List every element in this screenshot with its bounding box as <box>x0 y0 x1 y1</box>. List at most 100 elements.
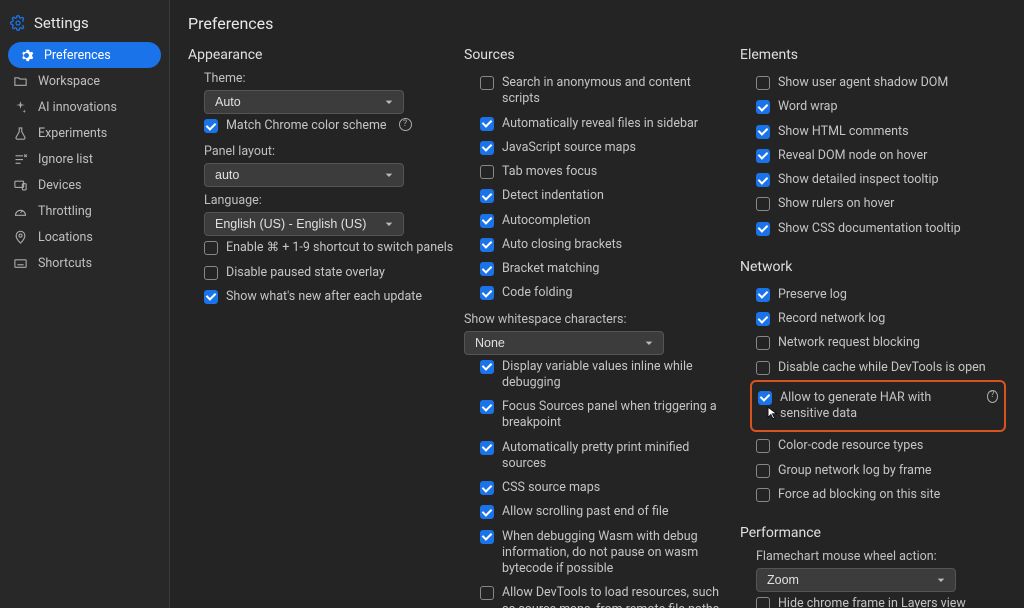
checkbox-icon[interactable] <box>480 141 494 155</box>
checkbox-icon[interactable] <box>204 266 218 280</box>
check-whats-new[interactable]: Show what's new after each update <box>188 285 454 309</box>
whitespace-label: Show whitespace characters: <box>464 312 730 327</box>
checkbox-icon[interactable] <box>756 312 770 326</box>
sources-item-6[interactable]: Auto closing brackets <box>464 233 730 257</box>
sources-item-2[interactable]: JavaScript source maps <box>464 136 730 160</box>
checkbox-icon[interactable] <box>204 119 218 133</box>
network-item-1[interactable]: Record network log <box>740 307 1006 331</box>
checkbox-icon[interactable] <box>480 530 494 544</box>
sources-item2-1[interactable]: Focus Sources panel when triggering a br… <box>464 395 730 436</box>
check-shortcut-switch[interactable]: Enable ⌘ + 1-9 shortcut to switch panels <box>188 236 454 260</box>
sources-item2-2[interactable]: Automatically pretty print minified sour… <box>464 436 730 477</box>
sources-item-7[interactable]: Bracket matching <box>464 257 730 281</box>
devices-icon <box>12 177 28 193</box>
elements-item-5[interactable]: Show rulers on hover <box>740 192 1006 216</box>
network-item2-2[interactable]: Force ad blocking on this site <box>740 483 1006 507</box>
spark-icon <box>12 99 28 115</box>
checkbox-icon[interactable] <box>756 439 770 453</box>
checkbox-icon[interactable] <box>758 391 772 405</box>
checkbox-icon[interactable] <box>756 464 770 478</box>
checkbox-icon[interactable] <box>756 173 770 187</box>
elements-item-0[interactable]: Show user agent shadow DOM <box>740 71 1006 95</box>
elements-item-3[interactable]: Reveal DOM node on hover <box>740 144 1006 168</box>
check-match-chrome[interactable]: Match Chrome color scheme ? <box>188 114 454 138</box>
check-har-sensitive[interactable]: Allow to generate HAR with sensitive dat… <box>752 386 998 427</box>
sources-item-1[interactable]: Automatically reveal files in sidebar <box>464 112 730 136</box>
nav-workspace[interactable]: Workspace <box>0 68 169 94</box>
sources-item-4[interactable]: Detect indentation <box>464 184 730 208</box>
panel-layout-label: Panel layout: <box>204 144 454 159</box>
flamechart-select[interactable]: Zoom <box>756 568 956 592</box>
nav-locations[interactable]: Locations <box>0 224 169 250</box>
language-label: Language: <box>204 193 454 208</box>
help-icon[interactable]: ? <box>399 118 412 131</box>
network-item2-1[interactable]: Group network log by frame <box>740 459 1006 483</box>
sources-item-3[interactable]: Tab moves focus <box>464 160 730 184</box>
checkbox-icon[interactable] <box>480 262 494 276</box>
whitespace-select[interactable]: None <box>464 331 664 355</box>
checkbox-icon[interactable] <box>756 76 770 90</box>
check-hide-chrome-frame[interactable]: Hide chrome frame in Layers view <box>740 592 1006 608</box>
checkbox-icon[interactable] <box>480 586 494 600</box>
theme-select[interactable]: Auto <box>204 90 404 114</box>
sources-item2-0[interactable]: Display variable values inline while deb… <box>464 355 730 396</box>
nav-experiments[interactable]: Experiments <box>0 120 169 146</box>
checkbox-icon[interactable] <box>480 481 494 495</box>
elements-item-6[interactable]: Show CSS documentation tooltip <box>740 217 1006 241</box>
checkbox-icon[interactable] <box>204 241 218 255</box>
nav-throttling[interactable]: Throttling <box>0 198 169 224</box>
checkbox-icon[interactable] <box>756 149 770 163</box>
checkbox-icon[interactable] <box>756 288 770 302</box>
panel-layout-select[interactable]: auto <box>204 163 404 187</box>
checkbox-icon[interactable] <box>756 597 770 608</box>
nav-devices[interactable]: Devices <box>0 172 169 198</box>
nav-ai-innovations[interactable]: AI innovations <box>0 94 169 120</box>
checkbox-icon[interactable] <box>480 286 494 300</box>
throttle-icon <box>12 203 28 219</box>
nav-shortcuts[interactable]: Shortcuts <box>0 250 169 276</box>
sources-item2-5[interactable]: When debugging Wasm with debug informati… <box>464 525 730 582</box>
checkbox-icon[interactable] <box>756 100 770 114</box>
checkbox-icon[interactable] <box>480 441 494 455</box>
checkbox-icon[interactable] <box>756 361 770 375</box>
elements-item-1[interactable]: Word wrap <box>740 95 1006 119</box>
network-item-0[interactable]: Preserve log <box>740 283 1006 307</box>
checkbox-icon[interactable] <box>480 505 494 519</box>
settings-title: Settings <box>34 14 89 32</box>
elements-item-4[interactable]: Show detailed inspect tooltip <box>740 168 1006 192</box>
checkbox-icon[interactable] <box>480 400 494 414</box>
sources-item2-3[interactable]: CSS source maps <box>464 476 730 500</box>
network-item2-0[interactable]: Color-code resource types <box>740 434 1006 458</box>
checkbox-icon[interactable] <box>204 290 218 304</box>
checkbox-icon[interactable] <box>480 238 494 252</box>
nav-ignore-list[interactable]: Ignore list <box>0 146 169 172</box>
settings-gear-icon <box>10 15 26 31</box>
section-appearance: Appearance <box>188 47 454 63</box>
checkbox-icon[interactable] <box>480 214 494 228</box>
nav-preferences[interactable]: Preferences <box>8 42 161 68</box>
col-appearance: Appearance Theme: Auto Match Chrome colo… <box>188 47 454 608</box>
sources-item-8[interactable]: Code folding <box>464 281 730 305</box>
checkbox-icon[interactable] <box>756 197 770 211</box>
checkbox-icon[interactable] <box>756 336 770 350</box>
checkbox-icon[interactable] <box>480 165 494 179</box>
sources-item2-6[interactable]: Allow DevTools to load resources, such a… <box>464 581 730 608</box>
checkbox-icon[interactable] <box>480 117 494 131</box>
sources-item2-4[interactable]: Allow scrolling past end of file <box>464 500 730 524</box>
check-paused-overlay[interactable]: Disable paused state overlay <box>188 261 454 285</box>
elements-item-2[interactable]: Show HTML comments <box>740 120 1006 144</box>
sources-item-0[interactable]: Search in anonymous and content scripts <box>464 71 730 112</box>
checkbox-icon[interactable] <box>756 488 770 502</box>
checkbox-icon[interactable] <box>480 76 494 90</box>
section-sources: Sources <box>464 47 730 63</box>
sources-item-5[interactable]: Autocompletion <box>464 209 730 233</box>
checkbox-icon[interactable] <box>756 125 770 139</box>
help-icon[interactable]: ? <box>987 390 998 403</box>
network-item-3[interactable]: Disable cache while DevTools is open <box>740 356 1006 380</box>
sidebar: Settings PreferencesWorkspaceAI innovati… <box>0 0 170 608</box>
checkbox-icon[interactable] <box>480 189 494 203</box>
language-select[interactable]: English (US) - English (US) <box>204 212 404 236</box>
checkbox-icon[interactable] <box>480 360 494 374</box>
checkbox-icon[interactable] <box>756 222 770 236</box>
network-item-2[interactable]: Network request blocking <box>740 331 1006 355</box>
